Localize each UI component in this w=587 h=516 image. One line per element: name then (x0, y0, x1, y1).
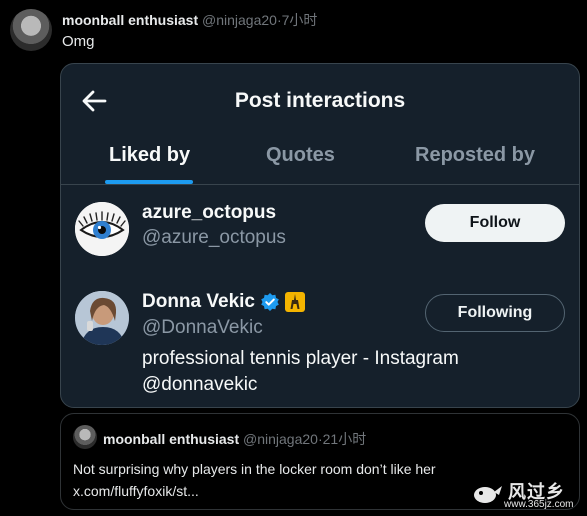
tab-reposted-by[interactable]: Reposted by (415, 144, 535, 167)
quote-author-name: moonball enthusiast (103, 431, 240, 447)
user-handle[interactable]: @azure_octopus (142, 227, 286, 249)
tweet-time[interactable]: 7小时 (282, 12, 318, 28)
tweet-text: Omg (62, 33, 95, 50)
user-name-row: Donna Vekic (142, 291, 305, 313)
quote-header: moonball enthusiast @ninjaga20·21小时 (103, 429, 366, 449)
tabs-divider (61, 184, 579, 185)
quote-time: 21小时 (322, 431, 367, 447)
watermark: 风过乡 www.365jz.com (470, 478, 582, 512)
following-button[interactable]: Following (425, 294, 565, 332)
user-handle[interactable]: @DonnaVekic (142, 317, 263, 339)
modal-title: Post interactions (234, 89, 406, 112)
quote-author-avatar (73, 425, 97, 449)
user-name[interactable]: azure_octopus (142, 202, 276, 224)
author-avatar[interactable] (10, 9, 52, 51)
eye-icon (75, 202, 129, 256)
user-avatar-azure-octopus[interactable] (75, 202, 129, 256)
verified-icon (261, 293, 279, 311)
watermark-url: www.365jz.com (504, 499, 574, 510)
author-handle[interactable]: @ninjaga20 (202, 12, 277, 28)
tab-liked-by[interactable]: Liked by (109, 144, 190, 167)
follow-button[interactable]: Follow (425, 204, 565, 242)
quote-author-handle: @ninjaga20 (243, 431, 318, 447)
user-avatar-donna-vekic[interactable] (75, 291, 129, 345)
author-name[interactable]: moonball enthusiast (62, 12, 198, 28)
attached-screenshot[interactable]: Post interactions Liked by Quotes Repost… (60, 63, 580, 408)
user-bio: professional tennis player - Instagram @… (142, 348, 459, 395)
tab-quotes[interactable]: Quotes (266, 144, 335, 167)
user-name[interactable]: Donna Vekic (142, 291, 255, 313)
eiffel-tower-emoji (285, 292, 305, 312)
watermark-logo-icon (474, 486, 502, 503)
portrait-photo (75, 291, 129, 345)
tweet-header: moonball enthusiast @ninjaga20·7小时 (62, 10, 317, 30)
